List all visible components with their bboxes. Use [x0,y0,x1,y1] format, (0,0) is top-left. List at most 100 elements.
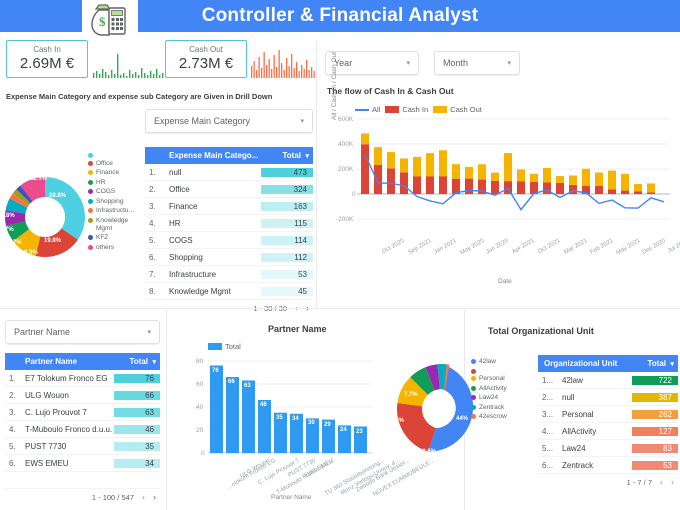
cashflow-legend: All Cash In Cash Out [355,105,482,114]
donut-label-others: 12.5% [30,176,48,182]
x-tick: Jul 2021 [667,238,680,255]
legend-item[interactable] [471,368,507,374]
column-header-partner[interactable]: Partner Name [23,357,114,366]
legend-label: Law24 [479,394,499,401]
bar-value: 63 [244,383,251,389]
legend-label: 42escrow [479,413,507,420]
svg-text:$: $ [99,14,106,29]
legend-item[interactable]: Office [88,160,134,168]
x-tick: Dec 2020 [641,238,667,257]
chevron-down-icon: ▾ [507,60,511,67]
legend-item-total[interactable]: Total [208,342,241,351]
legend-item[interactable]: AllActivity [471,385,507,393]
x-tick: Apr 2021 [511,238,536,256]
legend-color-dot [88,244,93,250]
donut-label-office: 19.8% [44,238,62,244]
table-row[interactable]: 3. Finance 163 [145,198,313,215]
legend-item-all[interactable]: All [355,105,380,114]
legend-item-cash-in[interactable]: Cash In [385,105,428,114]
legend-item[interactable]: Shopping [88,198,134,206]
table-row[interactable]: 5. PUST 7730 35 [5,438,160,455]
partner-bar-legend: Total [208,342,241,351]
kpi-cash-in[interactable]: Cash In 2.69M € [6,40,88,78]
table-row[interactable]: 1... 42law 722 [538,372,678,389]
table-row[interactable]: 2. ULG Wouon 66 [5,387,160,404]
money-bag-calculator-icon: $ [82,0,138,40]
column-header-total[interactable]: Total ▾ [632,359,678,368]
legend-color-dot [471,414,476,419]
legend-color-dot [88,217,93,223]
sort-desc-icon: ▾ [152,359,156,366]
legend-item[interactable]: Infrastructu... [88,207,134,215]
legend-item[interactable]: 42escrow [471,413,507,421]
legend-item[interactable]: Finance [88,169,134,177]
legend-item[interactable]: Law24 [471,394,507,402]
bar-value: 34 [292,416,299,422]
table-row[interactable]: 2. Office 324 [145,181,313,198]
y-tick: -200K [336,216,354,223]
table-row[interactable]: 5... Law24 83 [538,440,678,457]
partner-dropdown-value: Partner Name [14,327,71,337]
kpi-cash-out[interactable]: Cash Out 2.73M € [165,40,247,78]
table-row[interactable]: 6. Shopping 112 [145,249,313,266]
chevron-down-icon: ▾ [300,118,304,125]
x-tick: May 2021 [615,238,642,257]
year-filter-dropdown[interactable]: Year ▾ [325,51,419,75]
bar-value: 46 [260,402,267,408]
legend-label: Knowledge Mgmt [96,216,129,232]
column-header-total[interactable]: Total ▾ [261,151,313,160]
cashflow-plot-area [357,118,670,233]
legend-item[interactable]: Zentrack [471,404,507,412]
table-row[interactable]: 8. Knowledge Mgmt 45 [145,283,313,300]
column-header-expense[interactable]: Expense Main Catego... [167,151,261,160]
expense-table: Expense Main Catego... Total ▾ 1. null 473 … [145,147,313,316]
chevron-right-icon[interactable]: › [671,477,674,487]
legend-label: Finance [96,169,120,176]
org-donut-label-42law: 44% [456,416,469,422]
legend-label: others [96,243,115,251]
table-row[interactable]: 7. Infrastructure 53 [145,266,313,283]
chevron-right-icon[interactable]: › [153,492,156,502]
legend-item[interactable]: others [88,244,134,252]
column-header-org-unit[interactable]: Organizational Unit [542,359,632,368]
pagination-range: 1 - 7 / 7 [626,477,652,487]
table-row[interactable]: 4. HR 115 [145,215,313,232]
expense-category-dropdown[interactable]: Expense Main Category ▾ [145,109,313,133]
org-chart-title: Total Organizational Unit [488,326,594,336]
legend-label: KFZ [96,234,109,241]
table-row[interactable]: 6. EWS EMEU 34 [5,455,160,472]
chevron-left-icon[interactable]: ‹ [660,477,663,487]
legend-item[interactable]: Knowledge Mgmt [88,217,134,233]
x-tick: Feb 2021 [589,238,615,256]
month-filter-dropdown[interactable]: Month ▾ [434,51,520,75]
table-row[interactable]: 6... Zentrack 53 [538,457,678,474]
partner-table: Partner Name Total ▾ 1. E7 Tolokum Fronco … [5,353,160,505]
table-row[interactable]: 1. E7 Tolokum Fronco EG 76 [5,370,160,387]
legend-item-cash-out[interactable]: Cash Out [433,105,482,114]
table-row[interactable]: 3... Personal 262 [538,406,678,423]
legend-item[interactable]: Personal [471,375,507,383]
legend-item[interactable] [88,152,134,158]
legend-item[interactable]: 42law [471,358,507,366]
bar-value: 29 [324,422,331,428]
y-tick: 40 [196,404,204,411]
legend-item[interactable]: COGS [88,188,134,196]
cashflow-chart-title: The flow of Cash In & Cash Out [327,86,454,96]
partner-bar-plot-area [208,360,372,460]
sort-desc-icon: ▾ [305,153,309,160]
table-row[interactable]: 3. C. Lujo Prouvot 7 63 [5,404,160,421]
y-tick: 60 [196,381,204,388]
table-row[interactable]: 1. null 473 [145,164,313,181]
section-divider [0,308,680,309]
legend-item[interactable]: KFZ [88,234,134,242]
table-row[interactable]: 4. T-Muboulo Fronco d.u.u. 46 [5,421,160,438]
table-row[interactable]: 2... null 387 [538,389,678,406]
chevron-left-icon[interactable]: ‹ [142,492,145,502]
legend-item[interactable]: HR [88,179,134,187]
bar-value: 30 [308,420,315,426]
column-header-total[interactable]: Total ▾ [114,357,160,366]
table-row[interactable]: 5. COGS 114 [145,232,313,249]
table-row[interactable]: 4... AllActivity 127 [538,423,678,440]
legend-color-dot [88,160,93,166]
partner-name-dropdown[interactable]: Partner Name ▾ [5,320,160,344]
